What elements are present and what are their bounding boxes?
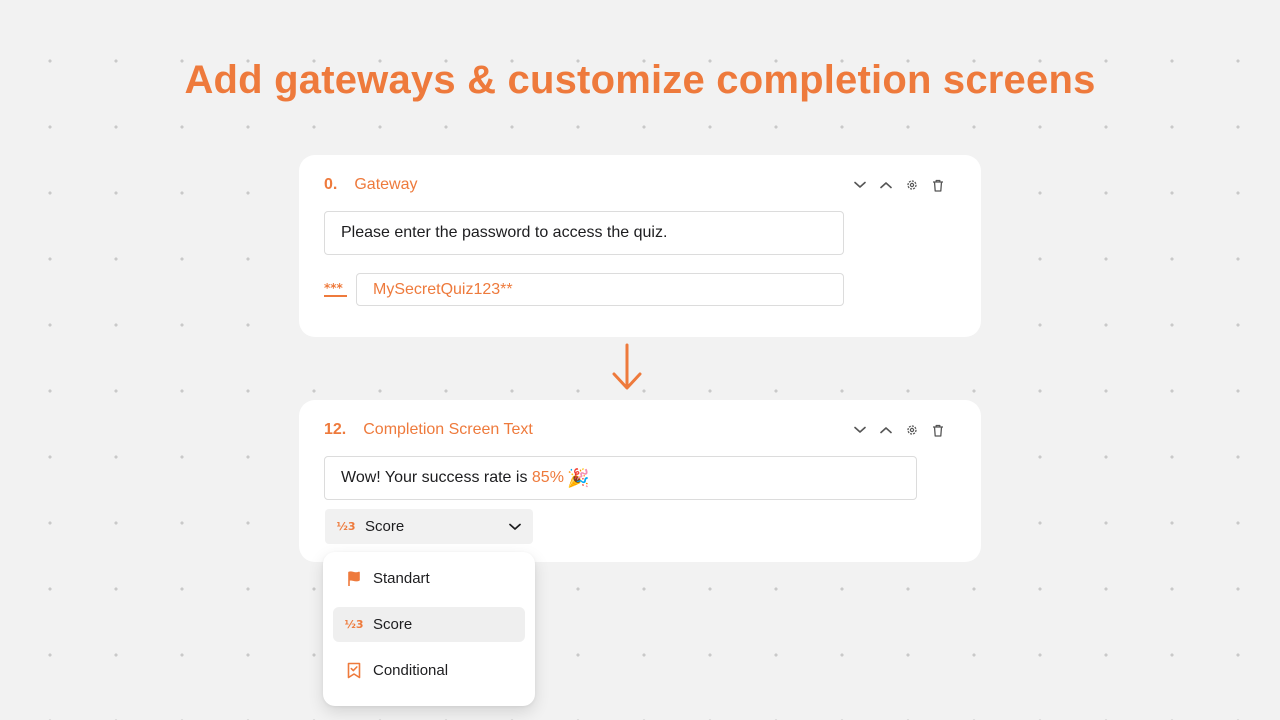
gear-icon[interactable]	[902, 420, 922, 440]
party-popper-emoji: 🎉	[566, 467, 590, 488]
completion-card-header: 12. Completion Screen Text	[324, 420, 956, 440]
question-title: Gateway	[354, 176, 418, 193]
completion-type-select[interactable]: ½3 Score	[325, 509, 533, 544]
gateway-prompt-text: Please enter the password to access the …	[341, 224, 668, 241]
question-toolbar	[850, 420, 956, 440]
completion-message-prefix: Wow! Your success rate is	[341, 469, 532, 486]
arrow-down-icon	[612, 343, 642, 390]
page-headline: Add gateways & customize completion scre…	[184, 58, 1096, 102]
flag-icon	[345, 570, 363, 588]
trash-icon[interactable]	[928, 175, 948, 195]
chevron-up-icon[interactable]	[876, 175, 896, 195]
svg-text:***: ***	[324, 282, 344, 295]
password-value: MySecretQuiz123**	[373, 280, 513, 298]
completion-type-dropdown: Standart ½3 Score Conditional	[323, 552, 535, 706]
dropdown-item-label: Standart	[373, 570, 430, 587]
dropdown-item-conditional[interactable]: Conditional	[333, 653, 525, 688]
question-number: 12.	[324, 421, 347, 438]
trash-icon[interactable]	[928, 420, 948, 440]
chevron-up-icon[interactable]	[876, 420, 896, 440]
dropdown-item-standart[interactable]: Standart	[333, 561, 525, 596]
fraction-icon: ½3	[344, 618, 364, 631]
password-row: *** MySecretQuiz123**	[324, 273, 844, 306]
gateway-prompt-field[interactable]: Please enter the password to access the …	[324, 211, 844, 255]
chevron-down-icon[interactable]	[850, 175, 870, 195]
completion-type-selected: Score	[365, 518, 405, 535]
dropdown-item-label: Score	[373, 616, 413, 633]
password-asterisk-icon: ***	[324, 281, 347, 298]
password-input[interactable]: MySecretQuiz123**	[356, 273, 844, 306]
bookmark-check-icon	[345, 662, 363, 680]
question-toolbar	[850, 175, 956, 195]
dropdown-item-label: Conditional	[373, 662, 449, 679]
question-title: Completion Screen Text	[363, 421, 533, 438]
success-rate-variable: 85%	[531, 469, 564, 486]
fraction-icon: ½3	[336, 520, 356, 533]
gateway-card-header: 0. Gateway	[324, 175, 956, 195]
question-number: 0.	[324, 176, 338, 193]
gateway-card: 0. Gateway Please enter the password to …	[299, 155, 981, 337]
gear-icon[interactable]	[902, 175, 922, 195]
chevron-down-icon	[509, 523, 521, 531]
chevron-down-icon[interactable]	[850, 420, 870, 440]
completion-message-field[interactable]: Wow! Your success rate is 85% 🎉	[324, 456, 917, 500]
dropdown-item-score[interactable]: ½3 Score	[333, 607, 525, 642]
